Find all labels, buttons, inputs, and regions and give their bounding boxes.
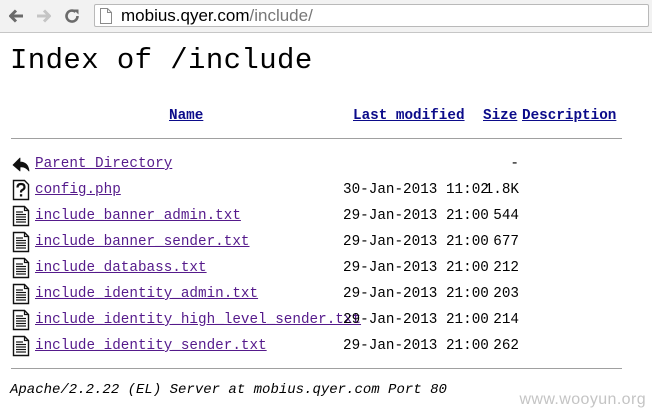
url-path: /include/ <box>249 6 313 25</box>
file-link[interactable]: include_identity_sender.txt <box>35 336 267 356</box>
file-row: config.php 30-Jan-2013 11:02 1.8K <box>0 178 652 202</box>
text-file-icon <box>11 231 31 253</box>
size-value: - <box>510 156 519 172</box>
text-file-icon <box>11 257 31 279</box>
header-divider <box>11 138 622 139</box>
last-modified-value: 29-Jan-2013 21:00 <box>343 286 489 302</box>
watermark: www.wooyun.org <box>519 391 646 408</box>
address-bar[interactable]: mobius.qyer.com/include/ <box>94 4 649 27</box>
url-text[interactable]: mobius.qyer.com/include/ <box>121 6 313 26</box>
file-row: include_databass.txt 29-Jan-2013 21:00 212 <box>0 256 652 280</box>
server-signature: Apache/2.2.22 (EL) Server at mobius.qyer… <box>10 382 447 398</box>
footer-divider <box>11 368 622 369</box>
size-value: 544 <box>493 208 519 224</box>
file-link[interactable]: config.php <box>35 180 121 200</box>
size-value: 1.8K <box>484 182 519 198</box>
forward-arrow-icon <box>37 9 51 23</box>
size-value: 677 <box>493 234 519 250</box>
column-header-description[interactable]: Description <box>522 106 616 126</box>
file-row: include_identity_sender.txt 29-Jan-2013 2… <box>0 334 652 358</box>
back-icon <box>11 153 31 175</box>
parent-directory-link[interactable]: Parent Directory <box>35 154 172 174</box>
file-link[interactable]: include_databass.txt <box>35 258 207 278</box>
text-file-icon <box>11 283 31 305</box>
text-file-icon <box>11 309 31 331</box>
file-row: include_banner_sender.txt 29-Jan-2013 21:… <box>0 230 652 254</box>
reload-button[interactable] <box>60 4 84 28</box>
column-header-size[interactable]: Size <box>483 106 517 126</box>
reload-icon <box>65 9 79 23</box>
file-link[interactable]: include_identity_high_level_sender.txt <box>35 310 361 330</box>
last-modified-value: 30-Jan-2013 11:02 <box>343 182 489 198</box>
file-row: include_identity_high_level_sender.txt 29… <box>0 308 652 332</box>
last-modified-value: 29-Jan-2013 21:00 <box>343 260 489 276</box>
text-file-icon <box>11 205 31 227</box>
last-modified-value: 29-Jan-2013 21:00 <box>343 312 489 328</box>
size-value: 212 <box>493 260 519 276</box>
text-file-icon <box>11 335 31 357</box>
browser-toolbar: mobius.qyer.com/include/ <box>0 0 652 33</box>
url-host: mobius.qyer.com <box>121 6 250 25</box>
file-row: include_banner_admin.txt 29-Jan-2013 21:0… <box>0 204 652 228</box>
size-value: 203 <box>493 286 519 302</box>
page-title: Index of /include <box>10 44 313 77</box>
unknown-file-icon <box>11 179 31 201</box>
last-modified-value: 29-Jan-2013 21:00 <box>343 234 489 250</box>
last-modified-value: 29-Jan-2013 21:00 <box>343 338 489 354</box>
last-modified-value: 29-Jan-2013 21:00 <box>343 208 489 224</box>
file-row: Parent Directory - <box>0 152 652 176</box>
file-link[interactable]: include_banner_admin.txt <box>35 206 241 226</box>
column-header-last-modified[interactable]: Last modified <box>353 106 465 126</box>
file-link[interactable]: include_banner_sender.txt <box>35 232 250 252</box>
back-arrow-icon <box>9 9 23 23</box>
size-value: 262 <box>493 338 519 354</box>
page-icon <box>100 8 112 24</box>
size-value: 214 <box>493 312 519 328</box>
forward-button[interactable] <box>32 4 56 28</box>
column-header-name[interactable]: Name <box>169 106 203 126</box>
file-row: include_identity_admin.txt 29-Jan-2013 21… <box>0 282 652 306</box>
file-link[interactable]: include_identity_admin.txt <box>35 284 258 304</box>
back-button[interactable] <box>4 4 28 28</box>
